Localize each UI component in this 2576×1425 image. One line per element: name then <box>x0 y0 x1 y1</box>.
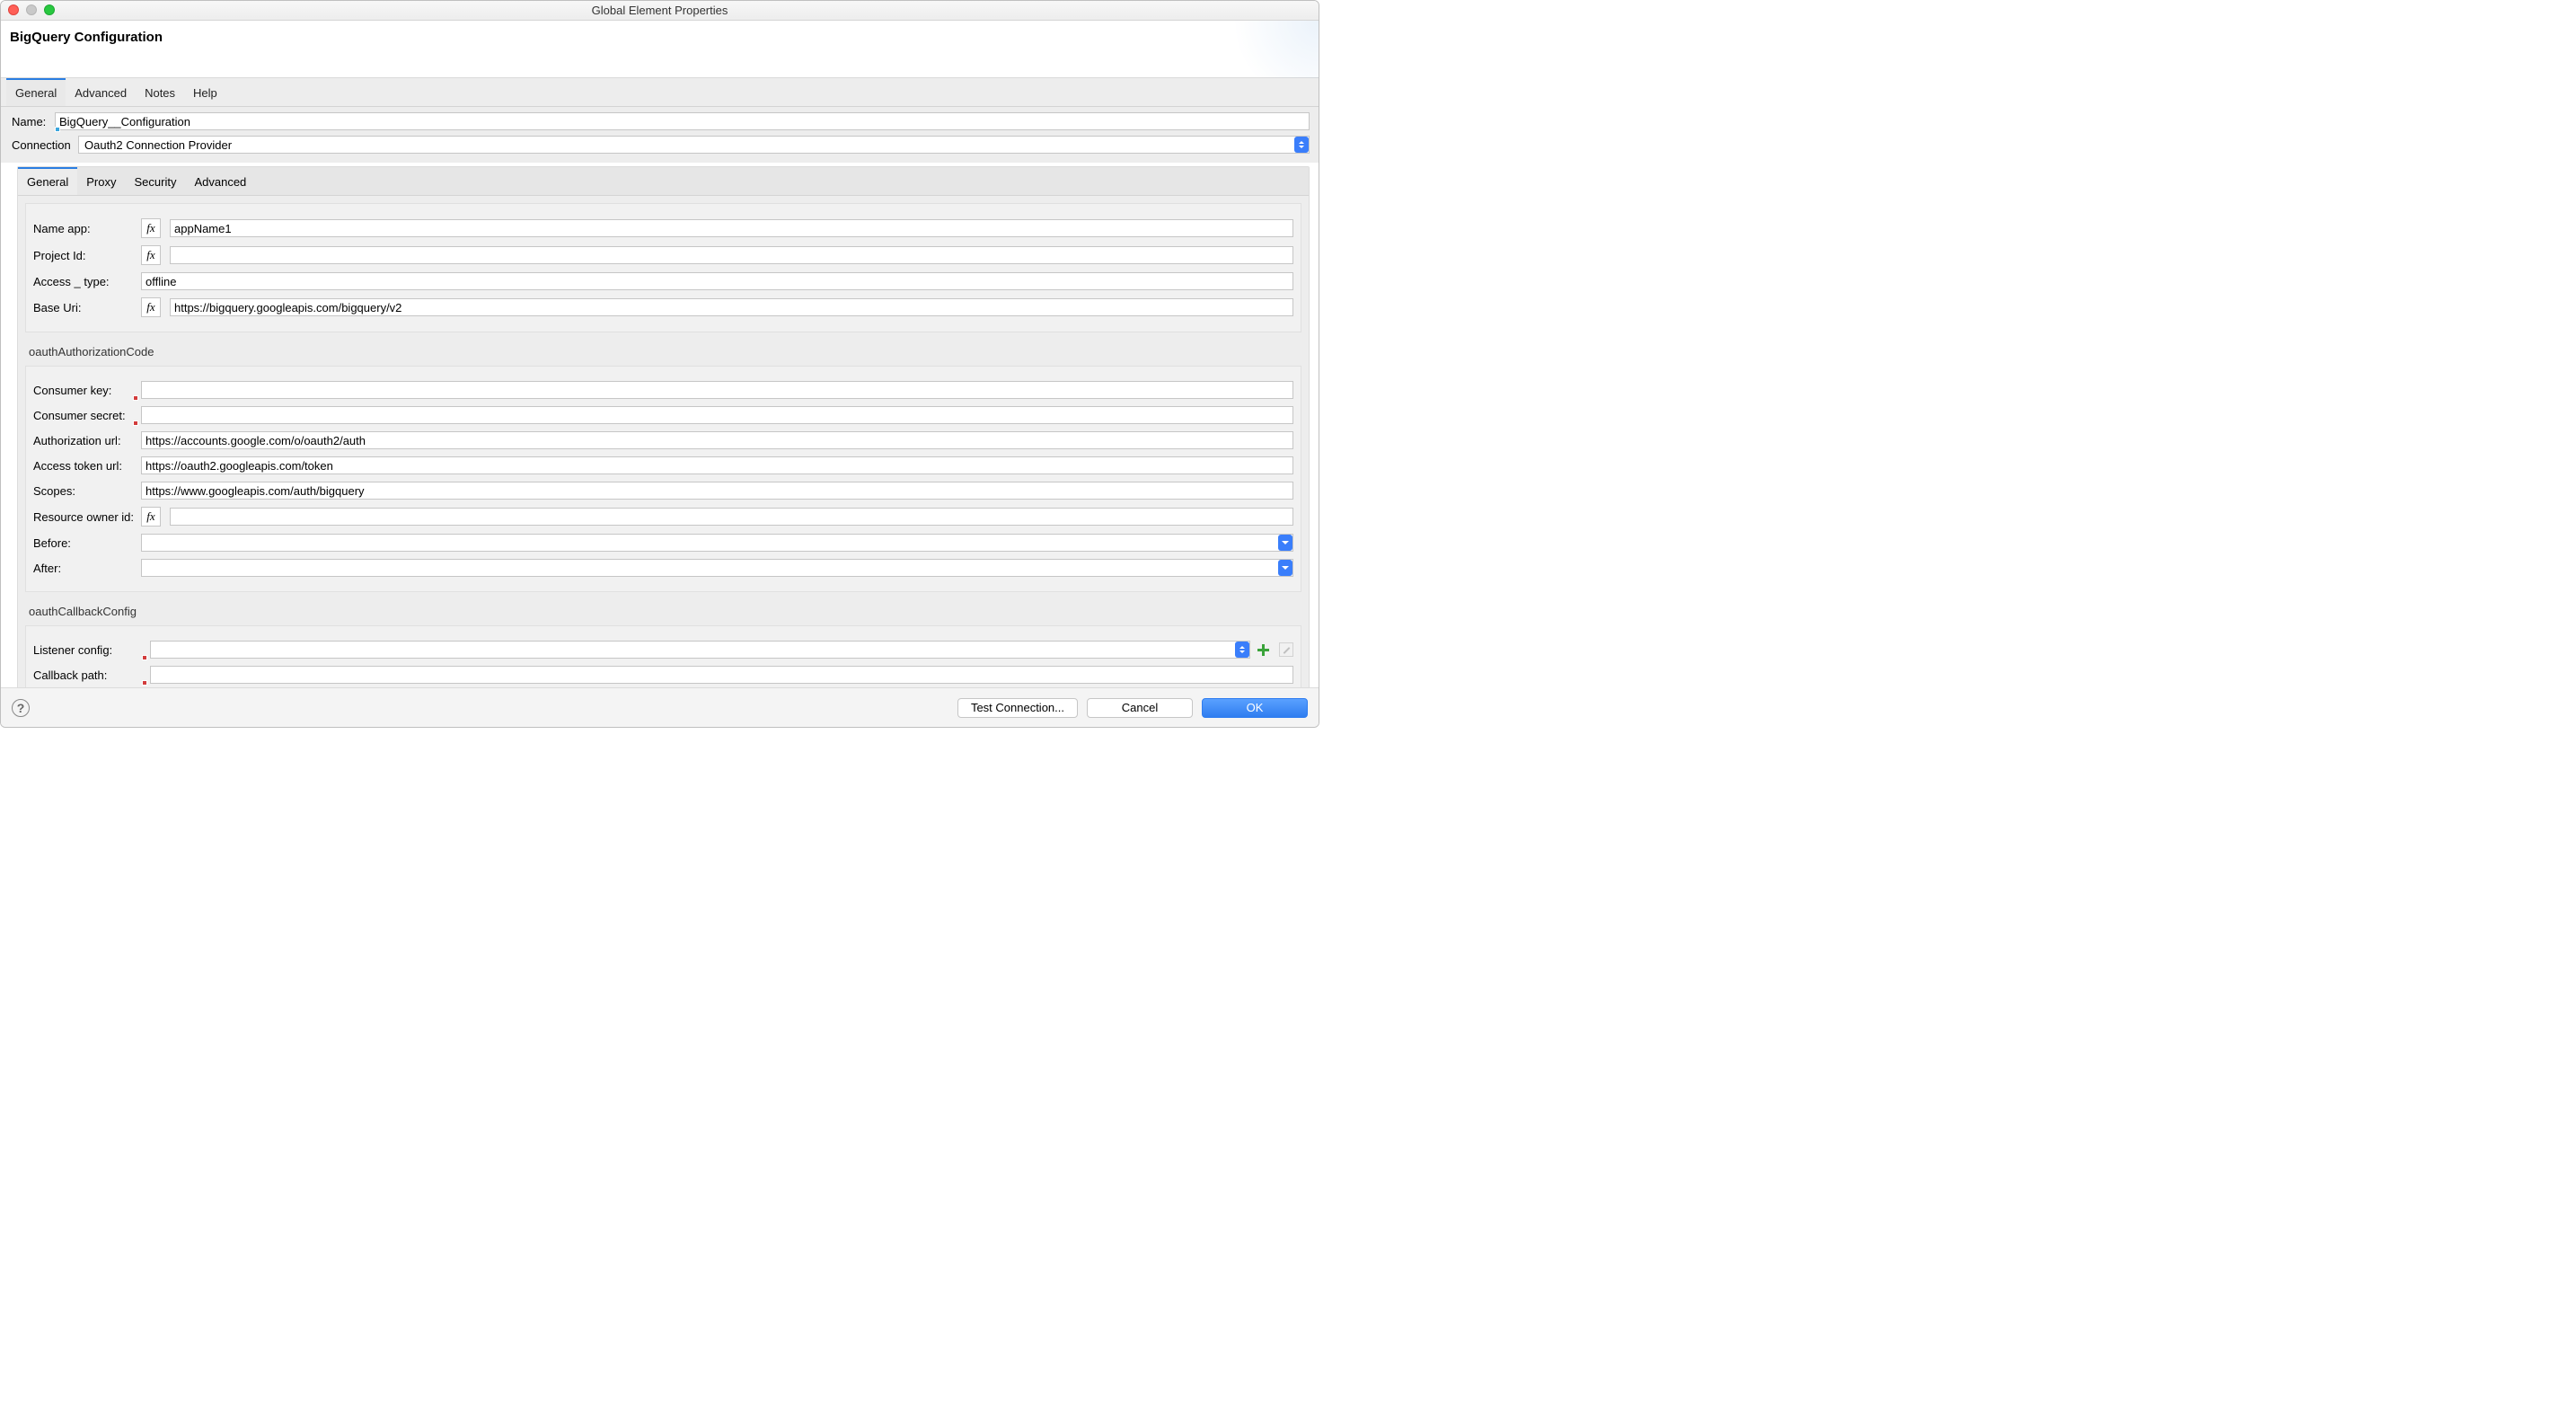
project-id-input[interactable] <box>170 246 1293 264</box>
consumer-key-label: Consumer key: <box>33 384 141 397</box>
main-tabs: General Advanced Notes Help <box>1 78 1319 107</box>
access-token-url-label: Access token url: <box>33 459 141 473</box>
consumer-secret-input[interactable] <box>141 406 1293 424</box>
access-token-url-input[interactable] <box>141 456 1293 474</box>
tab-advanced[interactable]: Advanced <box>66 78 136 106</box>
fx-button[interactable]: fx <box>141 507 161 527</box>
required-marker-icon <box>142 680 147 686</box>
required-marker-icon <box>133 420 138 426</box>
before-input[interactable] <box>141 534 1293 552</box>
scopes-label: Scopes: <box>33 484 141 498</box>
access-type-label: Access _ type: <box>33 275 141 288</box>
page-title: BigQuery Configuration <box>10 30 1310 45</box>
sub-tab-general[interactable]: General <box>18 167 77 195</box>
header-decoration <box>1211 21 1319 78</box>
updown-arrow-icon[interactable] <box>1235 642 1249 658</box>
access-type-input[interactable] <box>141 272 1293 290</box>
connection-config-panel: General Proxy Security Advanced Name app… <box>17 166 1310 728</box>
edit-icon <box>1279 642 1293 657</box>
required-marker-icon <box>133 395 138 401</box>
listener-config-select[interactable] <box>150 641 1250 659</box>
fx-button[interactable]: fx <box>141 245 161 265</box>
connection-select[interactable]: Oauth2 Connection Provider <box>78 136 1310 154</box>
consumer-secret-label: Consumer secret: <box>33 409 141 422</box>
updown-arrow-icon[interactable] <box>1294 137 1309 153</box>
titlebar: Global Element Properties <box>1 1 1319 21</box>
listener-config-label: Listener config: <box>33 643 150 657</box>
tab-notes[interactable]: Notes <box>136 78 184 106</box>
dialog-window: Global Element Properties BigQuery Confi… <box>0 0 1319 728</box>
window-title: Global Element Properties <box>592 4 728 17</box>
sub-tab-advanced[interactable]: Advanced <box>185 167 255 195</box>
oauth-callback-section-label: oauthCallbackConfig <box>29 605 1309 618</box>
authorization-url-input[interactable] <box>141 431 1293 449</box>
after-label: After: <box>33 562 141 575</box>
dropdown-arrow-icon[interactable] <box>1278 560 1292 576</box>
plus-icon[interactable] <box>1256 642 1270 657</box>
info-marker-icon <box>55 127 60 132</box>
top-form: Name: Connection Oauth2 Connection Provi… <box>1 107 1319 163</box>
help-icon[interactable]: ? <box>12 699 30 717</box>
maximize-icon[interactable] <box>44 4 55 15</box>
fx-button[interactable]: fx <box>141 297 161 317</box>
oauth-auth-section-label: oauthAuthorizationCode <box>29 345 1309 358</box>
dialog-footer: ? Test Connection... Cancel OK <box>1 687 1319 727</box>
window-controls <box>8 4 55 15</box>
cancel-button[interactable]: Cancel <box>1087 698 1193 718</box>
dropdown-arrow-icon[interactable] <box>1278 535 1292 551</box>
required-marker-icon <box>142 655 147 660</box>
content: General Proxy Security Advanced Name app… <box>1 163 1319 728</box>
before-label: Before: <box>33 536 141 550</box>
tab-general[interactable]: General <box>6 78 66 106</box>
general-group: Name app: fx Project Id: fx Access _ typ… <box>25 203 1301 332</box>
after-input[interactable] <box>141 559 1293 577</box>
sub-tabs: General Proxy Security Advanced <box>18 167 1309 196</box>
close-icon[interactable] <box>8 4 19 15</box>
name-app-label: Name app: <box>33 222 141 235</box>
sub-tab-security[interactable]: Security <box>125 167 185 195</box>
minimize-icon <box>26 4 37 15</box>
project-id-label: Project Id: <box>33 249 141 262</box>
test-connection-button[interactable]: Test Connection... <box>957 698 1078 718</box>
base-uri-label: Base Uri: <box>33 301 141 314</box>
callback-path-input[interactable] <box>150 666 1293 684</box>
fx-button[interactable]: fx <box>141 218 161 238</box>
resource-owner-id-label: Resource owner id: <box>33 510 141 524</box>
ok-button[interactable]: OK <box>1202 698 1308 718</box>
authorization-url-label: Authorization url: <box>33 434 141 447</box>
page-header: BigQuery Configuration <box>1 21 1319 78</box>
name-label: Name: <box>12 115 55 128</box>
consumer-key-input[interactable] <box>141 381 1293 399</box>
name-app-input[interactable] <box>170 219 1293 237</box>
sub-tab-proxy[interactable]: Proxy <box>77 167 125 195</box>
callback-path-label: Callback path: <box>33 668 150 682</box>
oauth-auth-group: Consumer key: Consumer secret: Authoriza… <box>25 366 1301 592</box>
base-uri-input[interactable] <box>170 298 1293 316</box>
name-input[interactable] <box>55 112 1310 130</box>
connection-label: Connection <box>12 138 78 152</box>
tab-help[interactable]: Help <box>184 78 226 106</box>
scopes-input[interactable] <box>141 482 1293 500</box>
resource-owner-id-input[interactable] <box>170 508 1293 526</box>
